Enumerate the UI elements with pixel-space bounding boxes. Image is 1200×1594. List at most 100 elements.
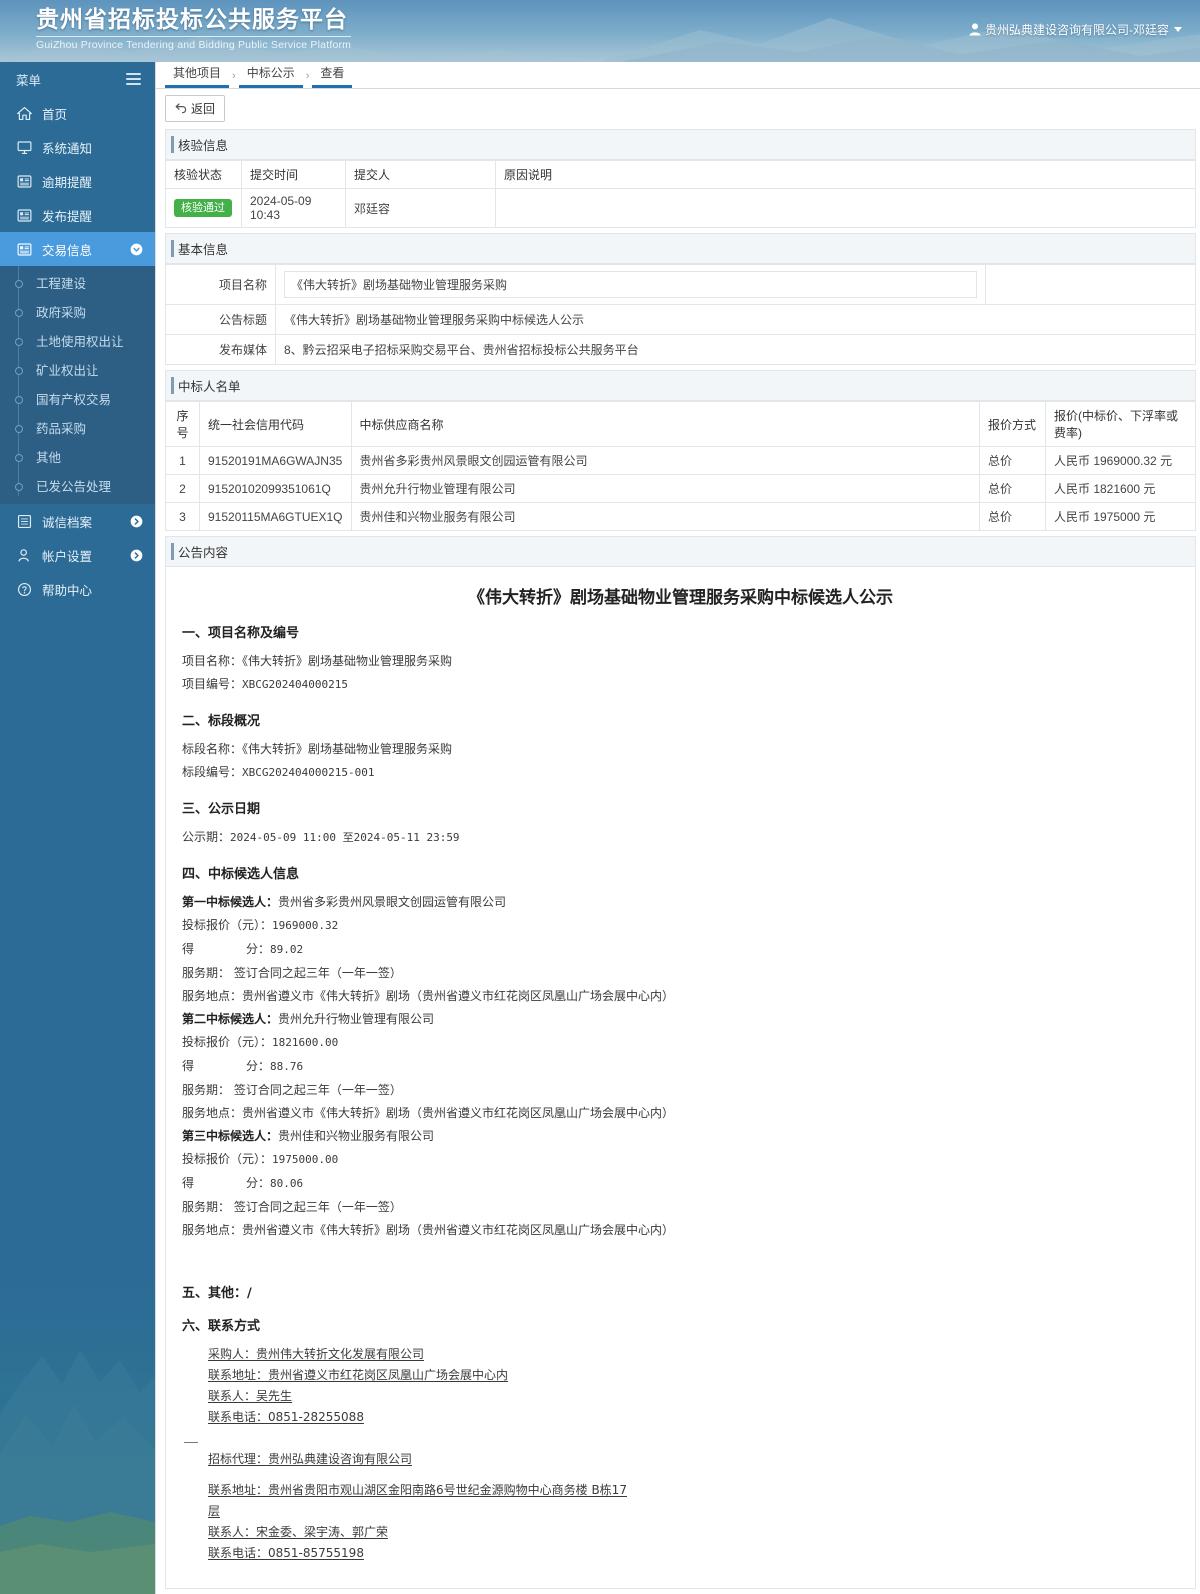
sidebar-item-help-center[interactable]: 帮助中心	[0, 572, 155, 606]
candidate-place-label: 服务地点：	[182, 1223, 243, 1237]
sidebar-item-transaction-info[interactable]: 交易信息	[0, 232, 155, 266]
candidate-rank-label: 第一中标候选人：	[182, 895, 279, 909]
candidate-price-value: 1821600.00	[272, 1036, 339, 1049]
sidebar-subitem-other[interactable]: 其他	[0, 442, 155, 471]
breadcrumb-item-award-notice[interactable]: 中标公示	[238, 66, 303, 88]
back-button[interactable]: 返回	[165, 95, 226, 122]
candidate-3-place: 服务地点：贵州省遵义市《伟大转折》剧场（贵州省遵义市红花岗区凤凰山广场会展中心内…	[182, 1219, 1179, 1241]
monitor-icon	[17, 140, 32, 154]
verify-table: 核验状态 提交时间 提交人 原因说明 核验通过 2024-05-09 10:43…	[165, 160, 1196, 228]
line-value: 2024-05-09 11:00 至2024-05-11 23:59	[230, 831, 460, 844]
candidate-place-label: 服务地点：	[182, 989, 243, 1003]
section-heading-2: 二、标段概况	[182, 714, 261, 729]
sidebar-menu-label: 菜单	[16, 73, 42, 88]
sidebar-item-label: 帮助中心	[42, 583, 93, 598]
candidate-period-label: 服务期：	[182, 1083, 231, 1097]
contact-purchaser-person: 联系人：吴先生	[208, 1389, 293, 1403]
basic-info-row-notice-title: 公告标题 《伟大转折》剧场基础物业管理服务采购中标候选人公示	[165, 304, 1196, 335]
basic-info-row-project-name: 项目名称 《伟大转折》剧场基础物业管理服务采购	[165, 264, 1196, 305]
sidebar-subitem-label: 工程建设	[36, 277, 87, 291]
col-submit-time: 提交时间	[241, 160, 346, 189]
basic-info-table: 项目名称 《伟大转折》剧场基础物业管理服务采购 公告标题 《伟大转折》剧场基础物…	[165, 264, 1196, 365]
sidebar-item-publish-reminder[interactable]: 发布提醒	[0, 198, 155, 232]
sidebar: 菜单 首页 系统通知 逾期提醒 发布提醒 交易信息 工程建设 政府采购 土地使用…	[0, 62, 155, 1594]
announcement-body: 《伟大转折》剧场基础物业管理服务采购中标候选人公示 一、项目名称及编号 项目名称…	[165, 567, 1196, 1589]
table-header-row: 序号 统一社会信用代码 中标供应商名称 报价方式 报价(中标价、下浮率或费率)	[165, 401, 1196, 447]
user-icon	[969, 23, 981, 36]
candidate-company: 贵州省多彩贵州风景眼文创园运管有限公司	[278, 895, 507, 909]
sidebar-subitem-state-property[interactable]: 国有产权交易	[0, 384, 155, 413]
value-publish-media: 8、黔云招采电子招标采购交易平台、贵州省招标投标公共服务平台	[275, 334, 1196, 365]
line-lot-name: 标段名称：《伟大转折》剧场基础物业管理服务采购	[182, 738, 1179, 760]
undo-icon	[175, 103, 187, 114]
candidate-place-value: 贵州省遵义市《伟大转折》剧场（贵州省遵义市红花岗区凤凰山广场会展中心内）	[242, 989, 675, 1003]
line-project-name: 项目名称：《伟大转折》剧场基础物业管理服务采购	[182, 650, 1179, 672]
section-heading-1: 一、项目名称及编号	[182, 626, 300, 641]
sidebar-subitem-label: 其他	[36, 451, 62, 465]
label-project-name: 项目名称	[165, 264, 276, 305]
question-icon	[17, 582, 32, 596]
sidebar-item-system-notice[interactable]: 系统通知	[0, 130, 155, 164]
sidebar-subitem-engineering[interactable]: 工程建设	[0, 268, 155, 297]
sidebar-subitem-published-notice[interactable]: 已发公告处理	[0, 471, 155, 500]
user-menu[interactable]: 贵州弘典建设咨询有限公司-邓廷容	[969, 21, 1182, 38]
sidebar-subitem-gov-procurement[interactable]: 政府采购	[0, 297, 155, 326]
sidebar-subitem-label: 土地使用权出让	[36, 335, 124, 349]
sidebar-landscape-backdrop	[0, 1264, 155, 1594]
candidate-1-price: 投标报价（元）：1969000.32	[182, 914, 1179, 937]
candidate-period-value: 签订合同之起三年（一年一签）	[233, 1083, 402, 1097]
cell-supplier: 贵州省多彩贵州风景眼文创园运管有限公司	[350, 446, 981, 475]
cell-no: 3	[165, 502, 200, 531]
line-label: 项目编号：	[182, 677, 243, 691]
cell-price-mode: 总价	[979, 502, 1046, 531]
sidebar-subitem-mining-right[interactable]: 矿业权出让	[0, 355, 155, 384]
breadcrumb-item-view[interactable]: 查看	[312, 66, 353, 88]
site-title: 贵州省招标投标公共服务平台	[36, 7, 348, 33]
sidebar-item-account-settings[interactable]: 帐户设置	[0, 538, 155, 572]
sidebar-item-label: 诚信档案	[42, 515, 93, 530]
cell-no: 2	[165, 474, 200, 503]
back-button-label: 返回	[191, 102, 216, 116]
cell-credit-code: 91520115MA6GTUEX1Q	[199, 502, 352, 531]
label-publish-media: 发布媒体	[165, 334, 276, 365]
sidebar-subitem-drug-procurement[interactable]: 药品采购	[0, 413, 155, 442]
divider	[184, 1442, 198, 1443]
candidate-score-label-a: 得	[182, 1176, 195, 1190]
cell-no: 1	[165, 446, 200, 475]
document-icon	[17, 208, 32, 222]
announcement-doc-title: 《伟大转折》剧场基础物业管理服务采购中标候选人公示	[468, 588, 893, 608]
table-row: 3 91520115MA6GTUEX1Q 贵州佳和兴物业服务有限公司 总价 人民…	[165, 502, 1196, 531]
sidebar-item-credit-archive[interactable]: 诚信档案	[0, 504, 155, 538]
cell-price: 人民币 1975000 元	[1045, 502, 1196, 531]
cell-submit-time: 2024-05-09 10:43	[241, 188, 346, 228]
status-badge: 核验通过	[174, 199, 232, 217]
user-name: 贵州弘典建设咨询有限公司-邓廷容	[985, 23, 1169, 37]
candidate-score-label-b: 分：	[246, 942, 271, 956]
verify-panel: 核验信息 核验状态 提交时间 提交人 原因说明 核验通过 2024-05-09 …	[165, 129, 1196, 228]
candidate-score-label-b: 分：	[246, 1059, 271, 1073]
basic-info-panel: 基本信息 项目名称 《伟大转折》剧场基础物业管理服务采购 公告标题 《伟大转折》…	[165, 233, 1196, 365]
candidate-1-rank: 第一中标候选人：贵州省多彩贵州风景眼文创园运管有限公司	[182, 891, 1179, 913]
sidebar-item-home[interactable]: 首页	[0, 96, 155, 130]
document-icon	[17, 242, 32, 256]
hamburger-icon[interactable]	[126, 70, 141, 88]
line-lot-code: 标段编号：XBCG202404000215-001	[182, 761, 1179, 784]
sidebar-subitem-land-use-right[interactable]: 土地使用权出让	[0, 326, 155, 355]
sidebar-item-overdue-reminder[interactable]: 逾期提醒	[0, 164, 155, 198]
breadcrumb-item-other-projects[interactable]: 其他项目	[165, 66, 230, 88]
sidebar-item-label: 首页	[42, 107, 68, 122]
col-verify-status: 核验状态	[165, 160, 242, 189]
sidebar-item-label: 系统通知	[42, 141, 93, 156]
project-name-field[interactable]: 《伟大转折》剧场基础物业管理服务采购	[284, 271, 977, 298]
line-publicity-period: 公示期：2024-05-09 11:00 至2024-05-11 23:59	[182, 826, 1179, 849]
sidebar-subitem-label: 已发公告处理	[36, 480, 112, 494]
line-value: 《伟大转折》剧场基础物业管理服务采购	[242, 742, 453, 756]
candidate-3-period: 服务期： 签订合同之起三年（一年一签）	[182, 1196, 1179, 1218]
candidate-price-label: 投标报价（元）：	[182, 1035, 273, 1049]
line-label: 公示期：	[182, 830, 231, 844]
cell-price-mode: 总价	[979, 446, 1046, 475]
candidate-1-score: 得 分：89.02	[182, 938, 1179, 961]
candidate-score-value: 89.02	[270, 943, 304, 956]
contact-purchaser-phone: 联系电话：0851-28255088	[208, 1410, 364, 1424]
table-row: 2 91520102099351061Q 贵州允升行物业管理有限公司 总价 人民…	[165, 474, 1196, 503]
